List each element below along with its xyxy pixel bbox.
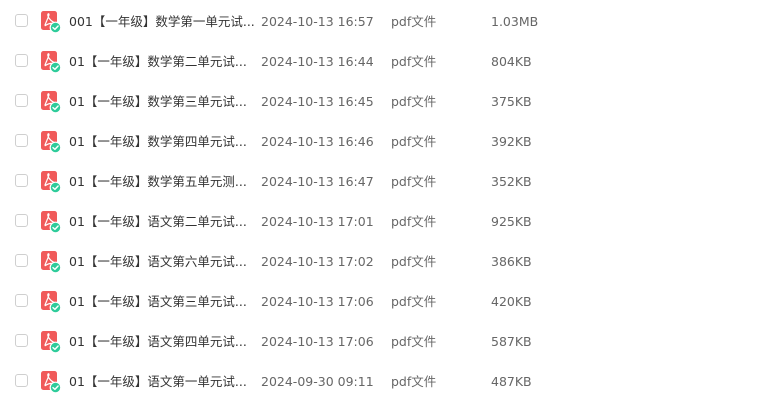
file-list: 001【一年级】数学第一单元试... 2024-10-13 16:57 pdf文… [0,0,774,418]
file-type: pdf文件 [391,334,437,349]
row-checkbox[interactable] [15,134,28,147]
file-row[interactable]: 01【一年级】数学第四单元试... 2024-10-13 16:46 pdf文件… [0,122,774,162]
file-size: 587KB [491,334,532,349]
row-checkbox[interactable] [15,174,28,187]
synced-check-icon [49,381,62,394]
pdf-file-icon [40,50,62,74]
row-checkbox[interactable] [15,54,28,67]
file-name[interactable]: 01【一年级】语文第三单元试... [69,292,254,312]
file-name[interactable]: 01【一年级】语文第六单元试... [69,252,254,272]
file-modified-date: 2024-10-13 17:02 [261,254,374,269]
file-row[interactable]: 01【一年级】语文第三单元试... 2024-10-13 17:06 pdf文件… [0,282,774,322]
pdf-file-icon [40,10,62,34]
file-name[interactable]: 01【一年级】数学第三单元试... [69,92,254,112]
file-name[interactable]: 001【一年级】数学第一单元试... [69,12,254,32]
file-row[interactable]: 01【一年级】语文第一单元试... 2024-09-30 09:11 pdf文件… [0,362,774,402]
file-size: 925KB [491,214,532,229]
row-checkbox[interactable] [15,334,28,347]
file-type: pdf文件 [391,54,437,69]
row-checkbox[interactable] [15,374,28,387]
pdf-file-icon-graphic [41,371,62,394]
file-row[interactable]: 01【一年级】语文第四单元试... 2024-10-13 17:06 pdf文件… [0,322,774,362]
file-modified-date: 2024-10-13 16:44 [261,54,374,69]
file-type: pdf文件 [391,294,437,309]
file-size: 420KB [491,294,532,309]
synced-check-icon [49,61,62,74]
file-size: 487KB [491,374,532,389]
row-checkbox[interactable] [15,14,28,27]
file-size: 392KB [491,134,532,149]
pdf-file-icon-graphic [41,291,62,314]
file-row[interactable]: 01【一年级】数学第五单元测... 2024-10-13 16:47 pdf文件… [0,162,774,202]
file-type: pdf文件 [391,94,437,109]
pdf-file-icon-graphic [41,11,62,34]
pdf-file-icon [40,90,62,114]
file-name[interactable]: 01【一年级】语文第一单元试... [69,372,254,392]
file-row[interactable]: 001【一年级】数学第一单元试... 2024-10-13 16:57 pdf文… [0,2,774,42]
synced-check-icon [49,301,62,314]
file-name[interactable]: 01【一年级】数学第二单元试... [69,52,254,72]
pdf-file-icon-graphic [41,211,62,234]
file-type: pdf文件 [391,14,437,29]
file-size: 386KB [491,254,532,269]
file-size: 1.03MB [491,14,539,29]
file-type: pdf文件 [391,134,437,149]
row-checkbox[interactable] [15,254,28,267]
pdf-file-icon [40,210,62,234]
file-type: pdf文件 [391,254,437,269]
synced-check-icon [49,181,62,194]
pdf-file-icon-graphic [41,51,62,74]
row-checkbox[interactable] [15,294,28,307]
file-type: pdf文件 [391,374,437,389]
file-size: 352KB [491,174,532,189]
file-row[interactable]: 01【一年级】数学第三单元试... 2024-10-13 16:45 pdf文件… [0,82,774,122]
pdf-file-icon [40,250,62,274]
synced-check-icon [49,141,62,154]
file-modified-date: 2024-10-13 16:46 [261,134,374,149]
file-modified-date: 2024-10-13 17:01 [261,214,374,229]
synced-check-icon [49,221,62,234]
file-size: 375KB [491,94,532,109]
pdf-file-icon-graphic [41,251,62,274]
file-row[interactable]: 01【一年级】语文第二单元试... 2024-10-13 17:01 pdf文件… [0,202,774,242]
file-name[interactable]: 01【一年级】数学第五单元测... [69,172,254,192]
file-modified-date: 2024-10-13 17:06 [261,294,374,309]
pdf-file-icon-graphic [41,131,62,154]
file-row[interactable]: 01【一年级】语文第六单元试... 2024-10-13 17:02 pdf文件… [0,242,774,282]
pdf-file-icon [40,170,62,194]
synced-check-icon [49,21,62,34]
synced-check-icon [49,261,62,274]
synced-check-icon [49,101,62,114]
file-size: 804KB [491,54,532,69]
pdf-file-icon-graphic [41,331,62,354]
pdf-file-icon [40,290,62,314]
row-checkbox[interactable] [15,214,28,227]
pdf-file-icon [40,370,62,394]
file-modified-date: 2024-10-13 16:45 [261,94,374,109]
file-type: pdf文件 [391,214,437,229]
pdf-file-icon [40,330,62,354]
file-type: pdf文件 [391,174,437,189]
pdf-file-icon [40,130,62,154]
file-modified-date: 2024-10-13 17:06 [261,334,374,349]
synced-check-icon [49,341,62,354]
row-checkbox[interactable] [15,94,28,107]
pdf-file-icon-graphic [41,171,62,194]
file-modified-date: 2024-10-13 16:57 [261,14,374,29]
file-row[interactable]: 01【一年级】数学第二单元试... 2024-10-13 16:44 pdf文件… [0,42,774,82]
file-name[interactable]: 01【一年级】数学第四单元试... [69,132,254,152]
pdf-file-icon-graphic [41,91,62,114]
file-modified-date: 2024-09-30 09:11 [261,374,374,389]
file-modified-date: 2024-10-13 16:47 [261,174,374,189]
file-name[interactable]: 01【一年级】语文第四单元试... [69,332,254,352]
file-name[interactable]: 01【一年级】语文第二单元试... [69,212,254,232]
